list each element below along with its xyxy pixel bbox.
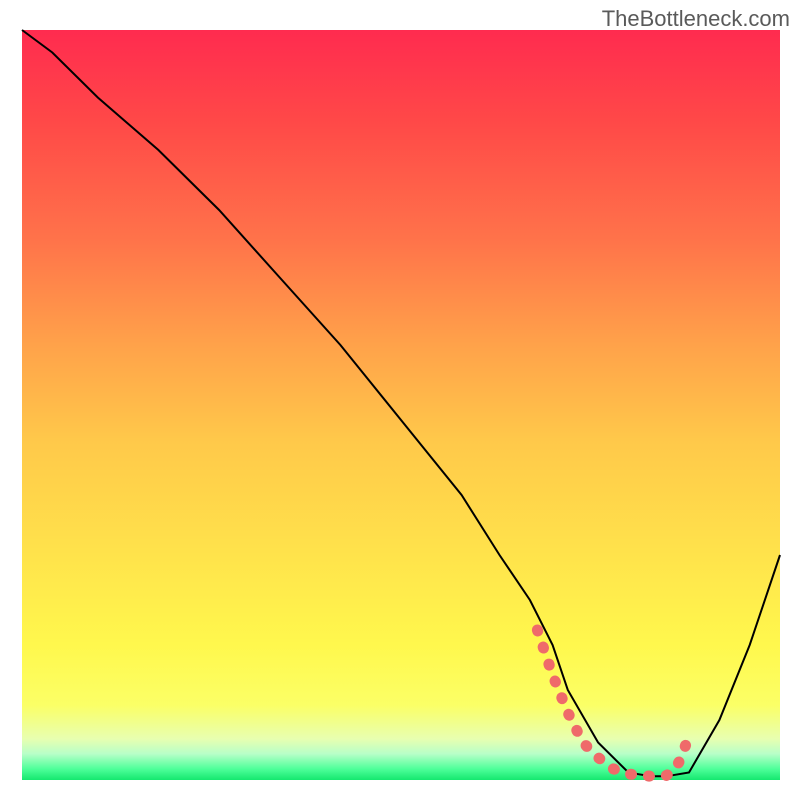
chart-svg: [0, 0, 800, 800]
watermark-text: TheBottleneck.com: [602, 6, 790, 32]
plot-background: [22, 30, 780, 780]
bottleneck-chart: TheBottleneck.com: [0, 0, 800, 800]
